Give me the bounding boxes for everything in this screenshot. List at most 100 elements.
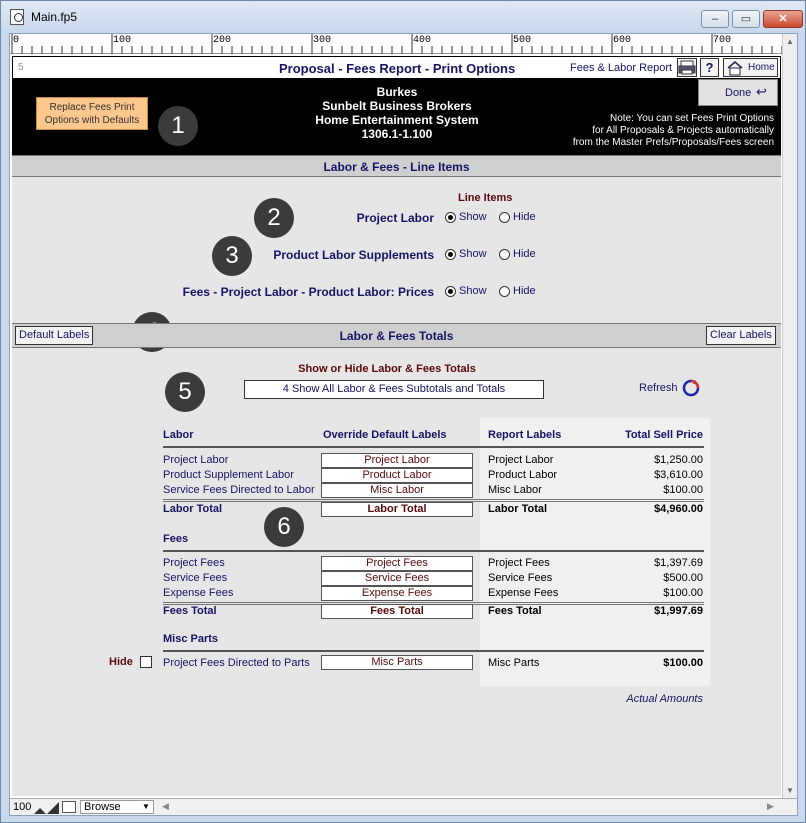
minimize-button[interactable]: – <box>701 10 729 28</box>
ruler-mark: 500 <box>513 35 532 46</box>
ruler-mark: 400 <box>413 35 432 46</box>
record-number: 5 <box>18 62 24 73</box>
override-label-field[interactable]: Misc Labor <box>321 483 473 498</box>
done-button[interactable]: Done ↩ <box>698 79 778 106</box>
divider <box>163 499 704 500</box>
ruler-mark: 300 <box>313 35 332 46</box>
status-bar: 100 Browse ▼ ◀ ▶ <box>10 798 797 815</box>
step-badge: 6 <box>264 507 304 547</box>
totals-selector[interactable]: 4 Show All Labor & Fees Subtotals and To… <box>244 380 544 399</box>
done-label: Done <box>725 87 752 99</box>
replace-defaults-button[interactable]: Replace Fees Print Options with Defaults <box>36 97 148 130</box>
vertical-scrollbar[interactable]: ▲ ▼ <box>782 34 797 800</box>
application-window: Main.fp5 – ▭ ✕ 0 100 200 300 400 500 600… <box>0 0 806 823</box>
override-label-field[interactable]: Fees Total <box>321 604 473 619</box>
report-label: Misc Labor <box>488 484 542 496</box>
help-button[interactable]: ? <box>700 58 719 77</box>
ruler-mark: 700 <box>713 35 732 46</box>
report-label: Expense Fees <box>488 587 559 599</box>
override-label-field[interactable]: Labor Total <box>321 502 473 517</box>
zoom-in-icon[interactable] <box>47 801 59 814</box>
company-name: Sunbelt Business Brokers <box>322 99 472 113</box>
price: $3,610.00 <box>654 469 703 481</box>
override-label-field[interactable]: Project Fees <box>321 556 473 571</box>
prefs-note: Note: You can set Fees Print Options for… <box>482 113 774 149</box>
override-label-field[interactable]: Misc Parts <box>321 655 473 670</box>
scroll-right-icon[interactable]: ▶ <box>767 801 774 812</box>
step-badge: 3 <box>212 236 252 276</box>
close-button[interactable]: ✕ <box>763 10 803 28</box>
scroll-left-icon[interactable]: ◀ <box>162 801 169 812</box>
zoom-level[interactable]: 100 <box>13 801 31 813</box>
override-label-field[interactable]: Product Labor <box>321 468 473 483</box>
step-badge: 1 <box>158 106 198 146</box>
supplements-show-radio[interactable] <box>445 249 456 260</box>
price: $1,997.69 <box>654 605 703 617</box>
refresh-icon[interactable] <box>682 379 700 397</box>
report-label: Project Labor <box>488 454 554 466</box>
document-icon <box>10 9 24 25</box>
scroll-up-icon[interactable]: ▲ <box>786 37 794 46</box>
report-label: Fees Total <box>488 605 542 617</box>
table-row-label: Service Fees <box>163 572 228 584</box>
fees-labor-report-link[interactable]: Fees & Labor Report <box>570 62 672 74</box>
project-labor-label: Project Labor <box>356 211 434 225</box>
fees-prices-hide-radio[interactable] <box>499 286 510 297</box>
total-sell-price-heading: Total Sell Price <box>624 429 703 441</box>
table-row-label: Project Labor <box>163 454 229 466</box>
fees-prices-show-radio[interactable] <box>445 286 456 297</box>
document-area: 0 100 200 300 400 500 600 700 ▲ ▼ 5 Prop… <box>9 33 798 816</box>
divider <box>163 602 704 603</box>
hide-misc-checkbox[interactable] <box>140 656 152 668</box>
divider <box>163 446 704 448</box>
layout-content: 5 Proposal - Fees Report - Print Options… <box>12 56 781 796</box>
divider <box>163 650 704 652</box>
supplements-hide-radio[interactable] <box>499 249 510 260</box>
clear-labels-button[interactable]: Clear Labels <box>706 326 776 345</box>
project-labor-hide-radio[interactable] <box>499 212 510 223</box>
scroll-down-icon[interactable]: ▼ <box>786 786 794 795</box>
totals-bar-title: Labor & Fees Totals <box>339 329 454 343</box>
ruler-mark: 600 <box>613 35 632 46</box>
report-label: Labor Total <box>488 503 548 515</box>
status-area-icon[interactable] <box>62 801 76 813</box>
home-button[interactable]: Home <box>723 58 778 77</box>
radio-label: Hide <box>513 248 536 260</box>
radio-label: Show <box>459 285 487 297</box>
line-items-bar-title: Labor & Fees - Line Items <box>323 160 470 174</box>
hide-label: Hide <box>109 656 133 668</box>
client-name: Burkes <box>376 85 418 99</box>
override-label-field[interactable]: Project Labor <box>321 453 473 468</box>
info-panel: Replace Fees Print Options with Defaults… <box>12 79 781 155</box>
note-line: from the Master Prefs/Proposals/Fees scr… <box>572 137 774 148</box>
home-label: Home <box>748 62 775 73</box>
misc-parts-heading: Misc Parts <box>163 633 219 645</box>
show-hide-title: Show or Hide Labor & Fees Totals <box>298 363 476 375</box>
radio-label: Show <box>459 248 487 260</box>
report-label: Service Fees <box>488 572 553 584</box>
refresh-label[interactable]: Refresh <box>639 382 678 394</box>
ruler-mark: 200 <box>213 35 232 46</box>
report-label: Misc Parts <box>488 657 540 669</box>
radio-label: Show <box>459 211 487 223</box>
step-badge: 5 <box>165 372 205 412</box>
price: $100.00 <box>663 587 703 599</box>
override-heading: Override Default Labels <box>323 429 447 441</box>
line-items-column-title: Line Items <box>458 192 513 204</box>
price: $100.00 <box>663 484 703 496</box>
price: $1,250.00 <box>654 454 703 466</box>
window-title: Main.fp5 <box>31 10 78 24</box>
fees-total-label: Fees Total <box>163 605 217 617</box>
maximize-button[interactable]: ▭ <box>732 10 760 28</box>
table-row-label: Project Fees <box>163 557 225 569</box>
price: $500.00 <box>663 572 703 584</box>
print-icon[interactable] <box>677 58 697 77</box>
line-items-bar: Labor & Fees - Line Items <box>12 155 781 177</box>
chevron-down-icon[interactable]: ▼ <box>142 802 150 811</box>
zoom-out-icon[interactable] <box>34 801 46 814</box>
project-labor-show-radio[interactable] <box>445 212 456 223</box>
default-labels-button[interactable]: Default Labels <box>15 326 94 345</box>
price: $1,397.69 <box>654 557 703 569</box>
override-label-field[interactable]: Expense Fees <box>321 586 473 601</box>
override-label-field[interactable]: Service Fees <box>321 571 473 586</box>
